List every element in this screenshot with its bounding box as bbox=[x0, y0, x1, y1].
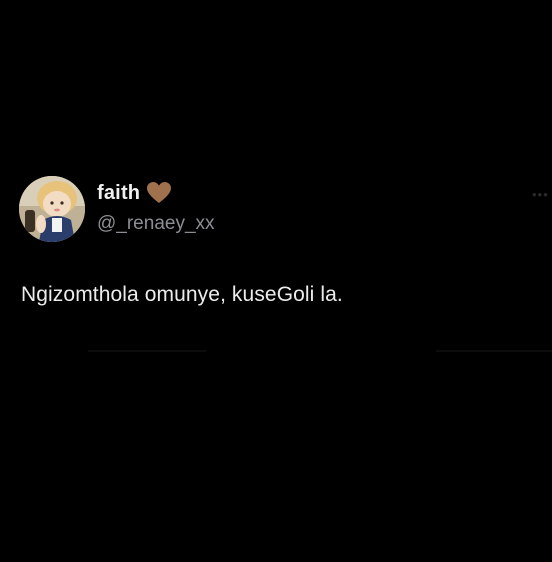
heart-icon bbox=[146, 181, 172, 205]
divider bbox=[436, 350, 552, 352]
name-row: faith bbox=[97, 181, 172, 205]
display-name[interactable]: faith bbox=[97, 182, 140, 205]
tweet-card: faith @_renaey_xx ••• Ngizomthola omunye… bbox=[0, 0, 552, 562]
avatar-image bbox=[19, 176, 85, 242]
user-handle[interactable]: @_renaey_xx bbox=[97, 213, 215, 235]
more-options-icon[interactable]: ••• bbox=[532, 187, 549, 202]
avatar[interactable] bbox=[19, 176, 85, 242]
divider bbox=[88, 350, 206, 352]
tweet-text: Ngizomthola omunye, kuseGoli la. bbox=[21, 283, 343, 306]
